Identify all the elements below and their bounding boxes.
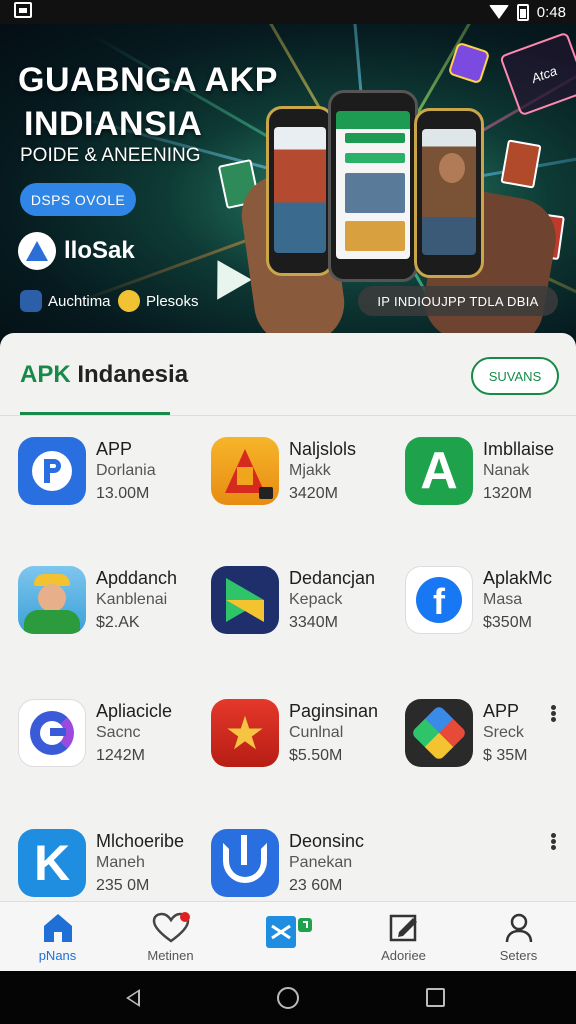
app-chip-icon: [118, 290, 140, 312]
brand-name: lloSak: [64, 237, 135, 264]
hero-cta-button[interactable]: DSPS OVOLE: [20, 183, 136, 216]
section-action-button[interactable]: SUVANS: [471, 357, 559, 395]
more-options-icon[interactable]: [551, 705, 557, 723]
recents-icon[interactable]: [426, 988, 445, 1007]
k-letter-icon: K: [18, 829, 86, 897]
app-item[interactable]: Naljslols Mjakk 3420M: [211, 437, 399, 527]
star-emblem-icon: ★: [211, 699, 279, 767]
divider: [0, 415, 576, 416]
floating-photo-card: [500, 139, 542, 189]
app-list-sheet: APK Indanesia SUVANS APP Dorlania 13.00M…: [0, 333, 576, 901]
hexagon-cube-icon: [405, 699, 473, 767]
person-icon: [505, 913, 532, 943]
app-item[interactable]: A Imbllaise Nanak 1320M: [405, 437, 576, 527]
status-bar: 0:48: [0, 0, 576, 24]
app-item[interactable]: f AplakMc Masa $350M: [405, 566, 576, 656]
hero-title: GUABNGA AKP INDIANSIA: [18, 61, 278, 143]
g-logo-icon: [18, 699, 86, 767]
brand: lloSak: [18, 232, 135, 270]
battery-icon: [516, 3, 529, 21]
edit-icon: [389, 914, 417, 942]
status-time: 0:48: [536, 3, 566, 21]
hero-pill-button[interactable]: IP INDIOUJPP TDLA DBIA: [358, 286, 558, 316]
red-a-icon: [211, 437, 279, 505]
hero-banner[interactable]: Atca GUABNGA AKP INDIANSIA POIDE & ANEEN…: [0, 24, 576, 340]
notification-icon: [14, 1, 32, 23]
nav-editor[interactable]: Adoriee: [346, 902, 461, 972]
play-store-icon: [211, 566, 279, 634]
back-icon[interactable]: [126, 989, 140, 1007]
wifi-icon: [488, 5, 509, 19]
brand-logo-icon: [18, 232, 56, 270]
hero-subtitle: POIDE & ANEENING: [20, 145, 201, 166]
chip-plesoks[interactable]: Plesoks: [118, 290, 199, 312]
system-navigation: [0, 971, 576, 1024]
phone-right-image: [414, 108, 484, 278]
delivery-man-icon: [18, 566, 86, 634]
app-item[interactable]: Apliacicle Sacnc 1242M: [18, 699, 206, 789]
parking-p-icon: [18, 437, 86, 505]
section-header: APK Indanesia SUVANS: [0, 333, 576, 417]
tag-card: Atca: [499, 31, 576, 117]
bottom-navigation: pNans Metinen Adoriee Seters: [0, 901, 576, 971]
nav-settings[interactable]: Seters: [461, 902, 576, 972]
facebook-icon: f: [405, 566, 473, 634]
app-item[interactable]: ★ Paginsinan Cunlnal $5.50M: [211, 699, 399, 789]
sync-arrow-icon: [211, 829, 279, 897]
section-title: APK Indanesia: [20, 361, 189, 388]
more-options-icon[interactable]: [551, 833, 557, 851]
heart-icon: [152, 912, 190, 943]
app-item[interactable]: APP Dorlania 13.00M: [18, 437, 206, 527]
app-item[interactable]: Dedancjan Kepack 3340M: [211, 566, 399, 656]
paper-plane-icon: [200, 250, 252, 300]
chip-auchtima[interactable]: Auchtima: [20, 290, 111, 312]
app-item[interactable]: Apddanch Kanblenai $2.AK: [18, 566, 206, 656]
nav-center-app[interactable]: [228, 902, 343, 972]
cube-x-icon: [265, 916, 312, 948]
home-icon: [43, 914, 72, 942]
app-chip-icon: [20, 290, 42, 312]
green-a-icon: A: [405, 437, 473, 505]
nav-home[interactable]: pNans: [0, 902, 115, 972]
nav-favorites[interactable]: Metinen: [113, 902, 228, 972]
phone-center-image: [328, 90, 418, 282]
home-circle-icon[interactable]: [277, 987, 299, 1009]
